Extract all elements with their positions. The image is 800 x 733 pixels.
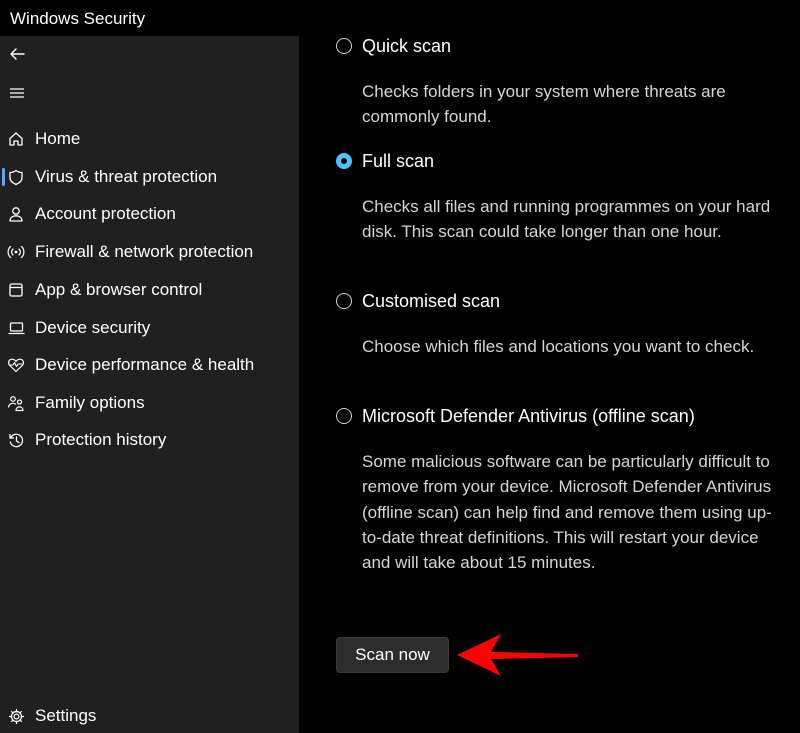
sidebar-item-virus-threat-protection[interactable]: Virus & threat protection [0, 160, 299, 194]
window-title: Windows Security [10, 9, 146, 28]
sidebar-item-settings[interactable]: Settings [0, 699, 299, 733]
history-icon [7, 431, 25, 449]
radio-offline-scan[interactable] [336, 408, 352, 424]
sidebar-item-family-options[interactable]: Family options [0, 386, 299, 420]
shield-icon [7, 168, 25, 186]
sidebar-item-protection-history[interactable]: Protection history [0, 423, 299, 457]
sidebar-item-home[interactable]: Home [0, 122, 299, 156]
sidebar-item-label: Device security [35, 318, 151, 337]
laptop-icon [7, 319, 25, 337]
option-description: Checks folders in your system where thre… [362, 82, 726, 127]
scan-options-panel: Quick scan Checks folders in your system… [299, 36, 800, 733]
sidebar-item-label: Protection history [35, 430, 167, 449]
sidebar-item-app-browser-control[interactable]: App & browser control [0, 273, 299, 307]
option-description: Some malicious software can be particula… [362, 452, 772, 573]
back-arrow-icon[interactable] [6, 43, 28, 65]
sidebar-item-label: Account protection [35, 204, 176, 223]
selected-indicator [2, 168, 5, 186]
hamburger-menu-icon[interactable] [6, 82, 28, 104]
option-label: Quick scan [362, 36, 452, 56]
radio-quick-scan[interactable] [336, 38, 352, 54]
option-description: Choose which files and locations you wan… [362, 337, 755, 356]
sidebar-item-label: Family options [35, 393, 145, 412]
sidebar-item-label: Device performance & health [35, 355, 255, 374]
sidebar-item-device-performance-health[interactable]: Device performance & health [0, 348, 299, 382]
family-icon [7, 394, 25, 412]
sidebar: Home Virus & threat protection Account p… [0, 36, 299, 733]
sidebar-item-device-security[interactable]: Device security [0, 311, 299, 345]
option-description: Checks all files and running programmes … [362, 197, 771, 242]
option-label: Microsoft Defender Antivirus (offline sc… [362, 406, 695, 426]
heart-pulse-icon [7, 356, 25, 374]
home-icon [7, 130, 25, 148]
scan-now-button[interactable]: Scan now [336, 637, 449, 673]
sidebar-item-label: Virus & threat protection [35, 167, 218, 186]
option-label: Full scan [362, 151, 435, 171]
gear-icon [7, 707, 25, 725]
sidebar-item-account-protection[interactable]: Account protection [0, 197, 299, 231]
sidebar-item-label: Settings [35, 706, 97, 725]
option-label: Customised scan [362, 291, 501, 311]
sidebar-item-firewall[interactable]: Firewall & network protection [0, 235, 299, 269]
sidebar-item-label: Home [35, 129, 81, 148]
sidebar-item-label: Firewall & network protection [35, 242, 254, 261]
radio-customised-scan[interactable] [336, 293, 352, 309]
app-window-icon [7, 281, 25, 299]
sidebar-item-label: App & browser control [35, 280, 203, 299]
person-icon [7, 205, 25, 223]
title-bar: Windows Security [0, 0, 800, 36]
radio-full-scan[interactable] [336, 153, 352, 169]
wifi-signal-icon [7, 243, 25, 261]
red-arrow-annotation [457, 634, 578, 676]
